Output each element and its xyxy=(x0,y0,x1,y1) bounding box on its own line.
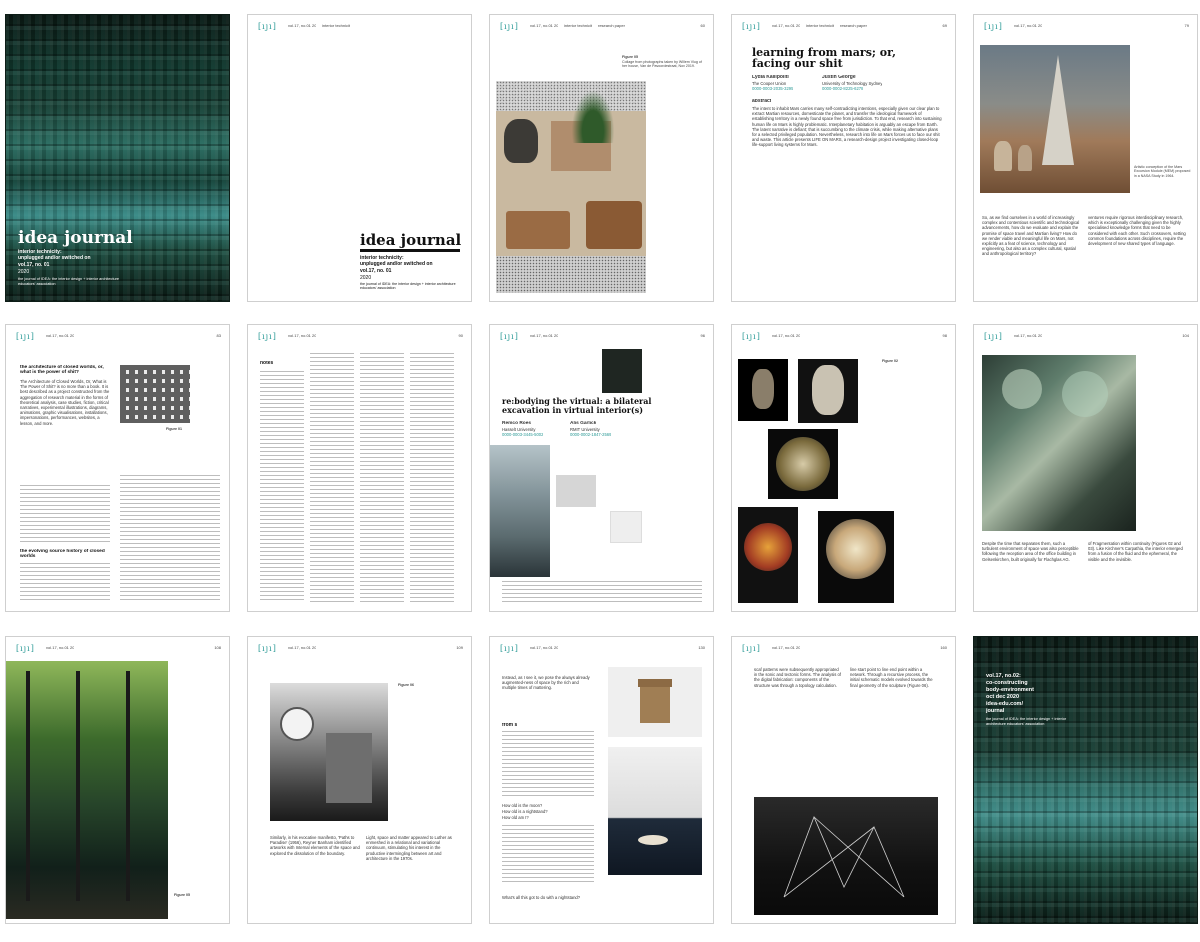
journal-logo: [ıȷı] xyxy=(258,22,277,31)
orcid-link[interactable]: 0000-0003-3445-5002 xyxy=(502,432,543,437)
mars-module-image xyxy=(980,45,1130,193)
nightstand-photo xyxy=(608,667,702,737)
astronaut-icon xyxy=(994,141,1012,171)
glass-interior-photo xyxy=(982,355,1136,531)
page-notes[interactable]: [ıȷı] vol.17, no.01 2020 90 notes xyxy=(247,324,472,612)
title-page-title: idea journal xyxy=(360,231,462,249)
cover-volume: vol.17, no. 01 xyxy=(18,262,50,268)
page-closed-worlds[interactable]: [ıȷı] vol.17, no.01 2020 83 the architec… xyxy=(5,324,230,612)
notes-heading: notes xyxy=(260,361,274,366)
wire-sculpture-icon xyxy=(783,815,905,898)
screenshot-collage xyxy=(490,445,550,577)
title-page[interactable]: [ıȷı] vol.17, no.01 2020 interior techni… xyxy=(247,14,472,302)
collage-image xyxy=(496,81,646,293)
page-nightstand[interactable]: [ıȷı] vol.17, no.01 2020 130 Instead, as… xyxy=(489,636,714,924)
page-collage[interactable]: [ıȷı] vol.17, no.01 2020 interior techni… xyxy=(489,14,714,302)
cover-title: idea journal xyxy=(18,228,133,248)
cover-year: 2020 xyxy=(18,269,30,275)
sculpture-structure-photo xyxy=(754,797,938,915)
bw-interior-photo xyxy=(270,683,388,821)
page-sculptures[interactable]: [ıȷı] vol.17, no.01 2020 98 Figure 02 xyxy=(731,324,956,612)
page-rebodying-virtual[interactable]: [ıȷı] vol.17, no.01 2020 96 re:bodying t… xyxy=(489,324,714,612)
sofa xyxy=(506,211,570,249)
back-cover[interactable]: vol.17, no.02: co-constructing body-envi… xyxy=(973,636,1198,924)
book-grid-image xyxy=(120,365,190,423)
astronaut-icon xyxy=(1018,145,1032,171)
page-bw-interior[interactable]: [ıȷı] vol.17, no.01 2020 109 Figure 06 S… xyxy=(247,636,472,924)
orcid-link[interactable]: 0000-0003-2035-3295 xyxy=(752,86,793,91)
abstract-text: The intent to inhabit Mars carries many … xyxy=(752,106,942,148)
orcid-link[interactable]: 0000-0002-8225-6278 xyxy=(822,86,863,91)
page-green-interior[interactable]: [ıȷı] vol.17, no.01 2020 108 Figure 05 xyxy=(5,636,230,924)
cover-subtitle-2: unplugged and/or switched on xyxy=(18,255,91,261)
orcid-link[interactable]: 0000-0002-1847-2569 xyxy=(570,432,611,437)
cover-page[interactable]: idea journal interior technicity: unplug… xyxy=(5,14,230,302)
portrait-face-icon xyxy=(504,119,538,163)
page-sculpture-structure[interactable]: [ıȷı] vol.17, no.01 2020 160 scaf patter… xyxy=(731,636,956,924)
page-learning-from-mars[interactable]: [ıȷı] vol.17, no.01 2020 interior techni… xyxy=(731,14,956,302)
section-heading: the architecture of closed worlds, or, w… xyxy=(20,365,104,376)
page-glass-interior[interactable]: [ıȷı] vol.17, no.01 2020 104 Despite the… xyxy=(973,324,1198,612)
installation-photo xyxy=(608,747,702,875)
rocket-icon xyxy=(1042,55,1074,165)
cover-imprint: the journal of IDEA: the interior design… xyxy=(18,277,119,286)
page-mars-illustration[interactable]: [ıȷı] vol.17, no.01 2020 79 Artistic con… xyxy=(973,14,1198,302)
plant-icon xyxy=(568,83,618,143)
website-link[interactable]: idea-edu.com/ xyxy=(986,701,1023,707)
green-interior-photo xyxy=(6,661,168,919)
armchair xyxy=(586,201,642,249)
